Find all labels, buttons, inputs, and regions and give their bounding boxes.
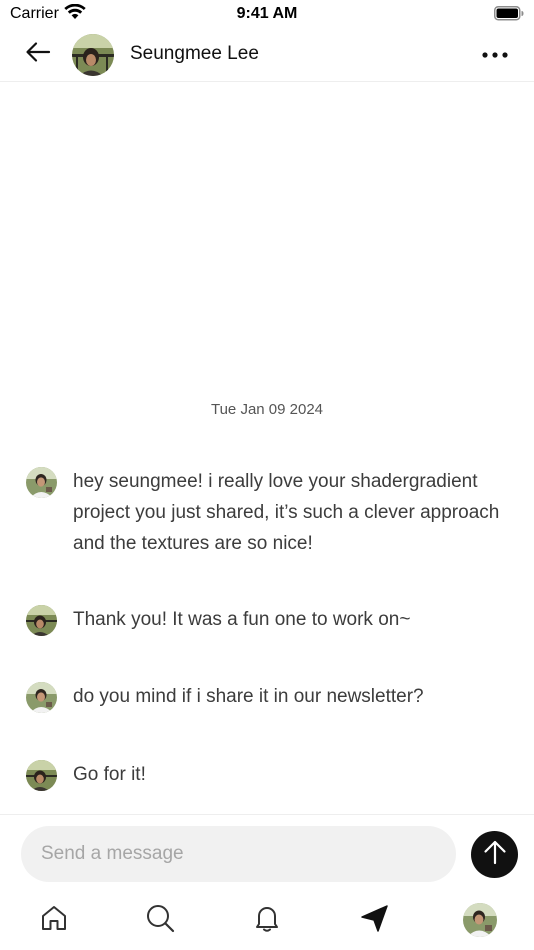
contact-avatar[interactable] <box>72 34 114 76</box>
tab-search[interactable] <box>143 903 177 937</box>
my-avatar[interactable] <box>26 682 57 713</box>
message-text: Thank you! It was a fun one to work on~ <box>73 609 411 630</box>
bell-icon <box>252 903 282 938</box>
more-options-button[interactable] <box>478 40 512 68</box>
profile-avatar[interactable] <box>463 903 497 937</box>
tab-messages[interactable] <box>357 903 391 937</box>
clock: 9:41 AM <box>236 5 298 22</box>
status-bar: Carrier 9:41 AM <box>0 0 534 28</box>
message-text: do you mind if i share it in our newslet… <box>73 686 424 707</box>
contact-name: Seungmee Lee <box>130 43 259 64</box>
send-message-button[interactable] <box>471 831 518 878</box>
battery-icon <box>494 6 524 26</box>
arrow-left-icon <box>25 41 51 68</box>
home-icon <box>39 903 69 938</box>
contact-avatar[interactable] <box>26 605 57 636</box>
date-separator: Tue Jan 09 2024 <box>210 401 324 418</box>
more-horizontal-icon <box>482 45 508 63</box>
tab-home[interactable] <box>37 903 71 937</box>
tab-notifications[interactable] <box>250 903 284 937</box>
search-icon <box>145 903 175 938</box>
contact-avatar[interactable] <box>26 760 57 791</box>
my-avatar[interactable] <box>26 467 57 498</box>
message-text: Go for it! <box>73 764 146 785</box>
bottom-bar <box>0 814 534 950</box>
message-input[interactable] <box>21 826 456 882</box>
arrow-up-icon <box>483 839 507 870</box>
send-icon <box>359 903 389 938</box>
back-button[interactable] <box>22 40 54 68</box>
chat-header: Seungmee Lee <box>0 28 534 82</box>
message-text: hey seungmee! i really love your shaderg… <box>73 471 500 554</box>
